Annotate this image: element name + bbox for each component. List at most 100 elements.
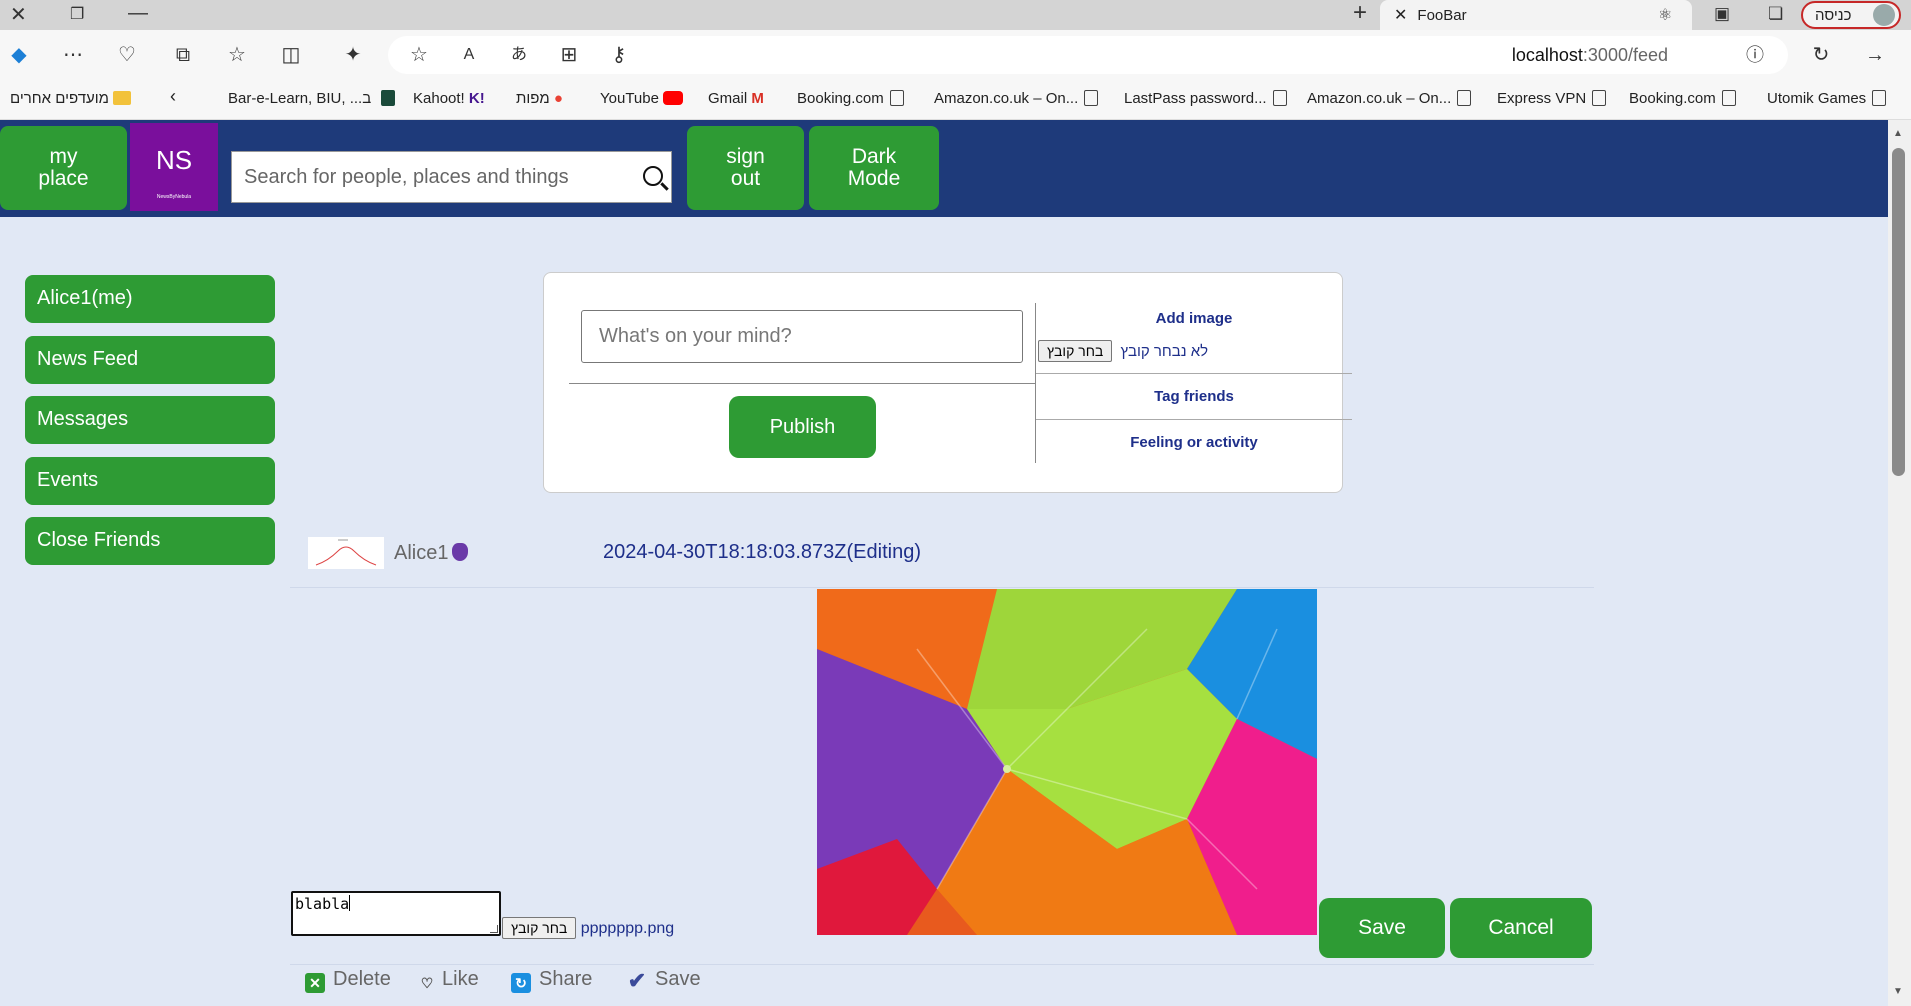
add-favorite-icon[interactable]: ☆ [406,42,432,68]
search-input[interactable]: Search for people, places and things [231,151,672,203]
bookmark-booking[interactable]: Booking.com [797,90,904,107]
logo-small-text: NewsByNebula [156,194,192,200]
like-label: Like [442,968,479,990]
app-available-icon[interactable]: ⊞ [556,42,582,68]
search-placeholder: Search for people, places and things [244,166,569,188]
scrollbar-thumb[interactable] [1892,148,1905,476]
like-button[interactable]: ♡ Like [420,968,479,993]
edit-image-file-input[interactable]: בחר קובץ ppppppp.png [502,917,674,939]
read-aloud-icon[interactable]: A [456,42,482,68]
bookmark-label: Amazon.co.uk – On... [934,90,1079,107]
bookmark-gmail[interactable]: Gmail M [708,90,764,107]
page-icon [1592,90,1607,106]
bookmark-kahoot[interactable]: Kahoot! K! [413,90,485,107]
bookmark-maps[interactable]: מפות ● [516,90,563,107]
page-icon [1272,90,1287,106]
sign-out-button[interactable]: sign out [687,126,804,210]
new-tab-icon[interactable]: + [1353,0,1367,27]
cancel-edit-button[interactable]: Cancel [1450,898,1592,958]
bookmark-amazon-2[interactable]: Amazon.co.uk – On... [1307,90,1472,107]
choose-file-button[interactable]: בחר קובץ [1038,340,1113,362]
translate-icon[interactable]: あ [506,42,532,68]
url-host: localhost [1511,45,1583,65]
health-icon[interactable]: ♡ [114,42,140,68]
scroll-up-icon[interactable]: ▲ [1893,128,1903,139]
publish-button[interactable]: Publish [729,396,876,458]
kahoot-icon: K! [468,90,485,107]
react-devtools-icon[interactable]: ⚛ [1658,5,1672,25]
restore-window-icon[interactable]: ❐ [70,4,84,24]
address-bar[interactable]: ☆ A あ ⊞ ⚷ localhost:3000/feed ⓘ [388,36,1788,74]
resize-handle[interactable] [490,925,498,933]
sign-out-label: sign out [726,145,765,190]
logo: NS NewsByNebula [130,123,218,211]
extensions-icon[interactable]: ✦ [340,42,366,68]
tab-foobar[interactable]: ✕ FooBar [1380,0,1692,30]
sidebar-item-messages[interactable]: Messages [25,396,275,444]
bookmark-bar-e-learn[interactable]: Bar-e-Learn, BIU, ...ב [228,90,396,107]
post-author[interactable]: Alice1 [394,542,469,565]
grapes-emoji-icon [452,543,469,561]
post-text-input[interactable]: What's on your mind? [581,310,1023,363]
scroll-down-icon[interactable]: ▼ [1893,986,1903,997]
bookmark-label: Booking.com [1629,90,1716,107]
tag-friends-button[interactable]: Tag friends [1036,388,1352,405]
page-icon [1721,90,1736,106]
tab-actions-icon[interactable]: ⧉ [170,42,196,68]
sidebar-item-label: Close Friends [37,529,161,551]
password-key-icon[interactable]: ⚷ [606,42,632,68]
split-screen-icon[interactable]: ◫ [278,42,304,68]
bookmark-youtube[interactable]: YouTube [600,90,684,107]
url-text[interactable]: localhost:3000/feed [1512,45,1668,66]
bookmark-express-vpn[interactable]: Express VPN [1497,90,1607,107]
my-place-label: my place [38,145,89,190]
save-edit-button[interactable]: Save [1319,898,1445,958]
post-timestamp: 2024-04-30T18:18:03.873Z(Editing) [603,541,921,563]
avatar [1873,4,1895,26]
favorites-icon[interactable]: ☆ [224,42,250,68]
sidebar-item-profile[interactable]: Alice1(me) [25,275,275,323]
gmail-icon: M [751,90,764,107]
edit-text-input[interactable]: blabla [291,891,501,936]
moodle-icon [381,90,396,106]
site-info-icon[interactable]: ⓘ [1742,42,1768,68]
sidebar-item-events[interactable]: Events [25,457,275,505]
sidebar-toggle-icon[interactable]: ▣ [1714,4,1730,24]
save-post-button[interactable]: ✔ Save [627,968,701,993]
bookmark-label: LastPass password... [1124,90,1267,107]
sidebar-item-label: News Feed [37,348,139,370]
bookmark-label: Express VPN [1497,90,1587,107]
collections-icon[interactable]: ❏ [1768,4,1783,24]
my-place-button[interactable]: my place [0,126,127,210]
bookmark-amazon[interactable]: Amazon.co.uk – On... [934,90,1099,107]
image-file-input[interactable]: בחר קובץ לא נבחר קובץ [1038,340,1208,362]
checkmark-icon: ✔ [627,968,647,993]
bookmark-booking-2[interactable]: Booking.com [1629,90,1736,107]
bookmark-other-favorites[interactable]: מועדפים אחרים [10,90,132,107]
forward-icon[interactable]: → [1862,42,1888,68]
close-tab-icon[interactable]: ✕ [1394,5,1407,25]
minimize-window-icon[interactable]: — [128,2,148,25]
bookmark-utomik[interactable]: Utomik Games [1767,90,1887,107]
profile-button[interactable]: כניסה [1801,1,1901,29]
copilot-icon[interactable]: ◆ [6,42,32,68]
choose-file-button[interactable]: בחר קובץ [502,917,577,939]
chevron-left-icon[interactable]: ‹ [170,86,176,107]
feeling-activity-button[interactable]: Feeling or activity [1036,434,1352,451]
more-options-icon[interactable]: ⋯ [60,42,86,68]
save-label: Save [655,968,701,990]
refresh-icon[interactable]: ↻ [1808,42,1834,68]
add-image-label: Add image [1155,310,1233,327]
close-window-icon[interactable]: ✕ [10,2,27,27]
text-caret [349,895,351,911]
selected-file-name: ppppppp.png [580,920,675,937]
sidebar-item-news-feed[interactable]: News Feed [25,336,275,384]
youtube-icon [663,91,684,105]
bookmark-lastpass[interactable]: LastPass password... [1124,90,1287,107]
share-button[interactable]: ↻ Share [511,968,592,993]
sidebar-item-close-friends[interactable]: Close Friends [25,517,275,565]
search-icon[interactable] [643,166,663,186]
bookmark-label: Bar-e-Learn, BIU, ...ב [228,90,372,107]
dark-mode-button[interactable]: Dark Mode [809,126,939,210]
delete-button[interactable]: ✕ Delete [305,968,391,993]
